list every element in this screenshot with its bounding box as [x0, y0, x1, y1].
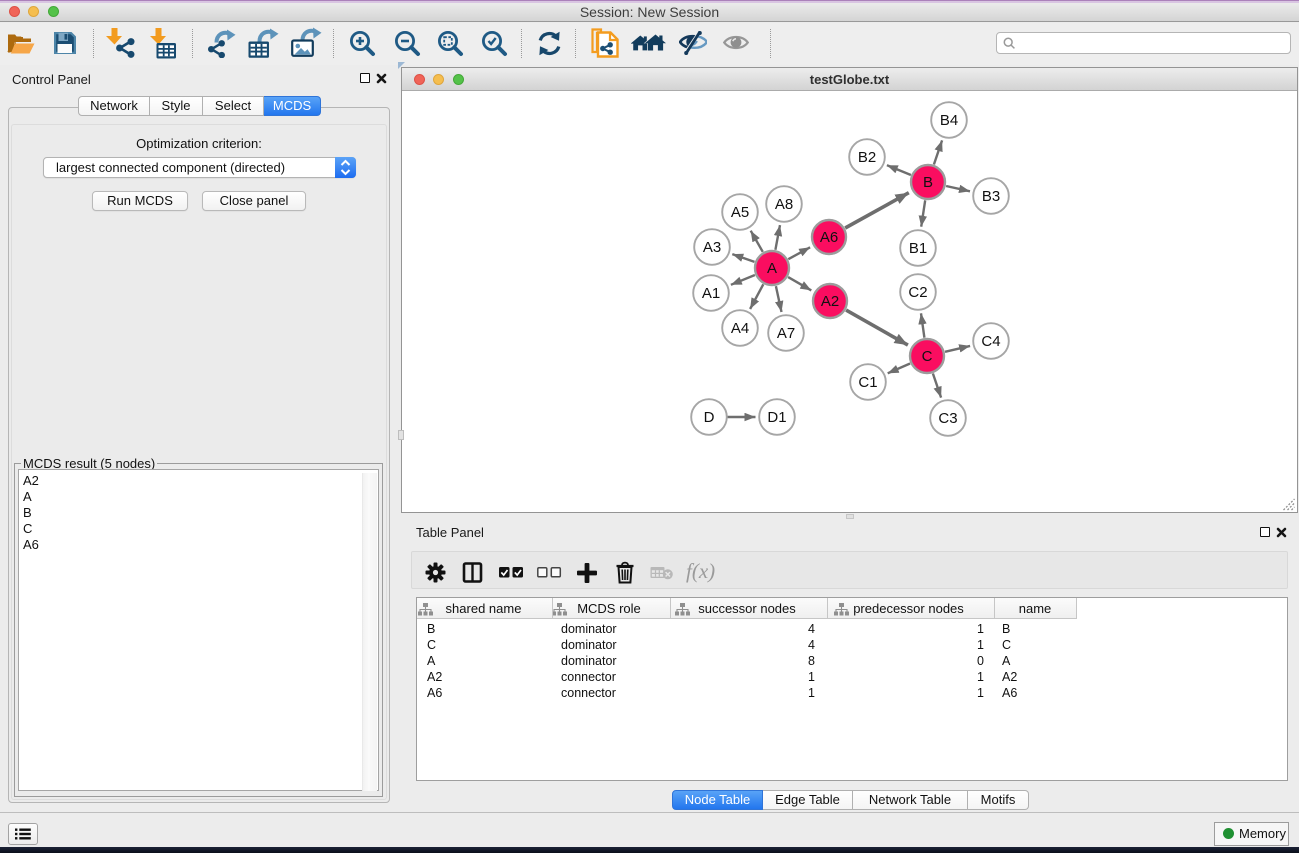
svg-text:A4: A4: [731, 320, 749, 337]
svg-text:C4: C4: [981, 333, 1000, 350]
svg-text:A7: A7: [777, 325, 795, 342]
svg-text:A6: A6: [820, 229, 838, 246]
svg-text:A: A: [767, 260, 777, 277]
svg-text:A1: A1: [702, 285, 720, 302]
svg-text:D1: D1: [767, 409, 786, 426]
svg-text:B3: B3: [982, 188, 1000, 205]
svg-text:A5: A5: [731, 204, 749, 221]
svg-text:C1: C1: [858, 374, 877, 391]
svg-text:A2: A2: [821, 293, 839, 310]
svg-text:D: D: [704, 409, 715, 426]
svg-text:A8: A8: [775, 196, 793, 213]
svg-text:C: C: [922, 348, 933, 365]
svg-text:B2: B2: [858, 149, 876, 166]
svg-text:C3: C3: [938, 410, 957, 427]
svg-text:A3: A3: [703, 239, 721, 256]
svg-text:B4: B4: [940, 112, 958, 129]
svg-text:B1: B1: [909, 240, 927, 257]
svg-text:B: B: [923, 174, 933, 191]
svg-text:C2: C2: [908, 284, 927, 301]
